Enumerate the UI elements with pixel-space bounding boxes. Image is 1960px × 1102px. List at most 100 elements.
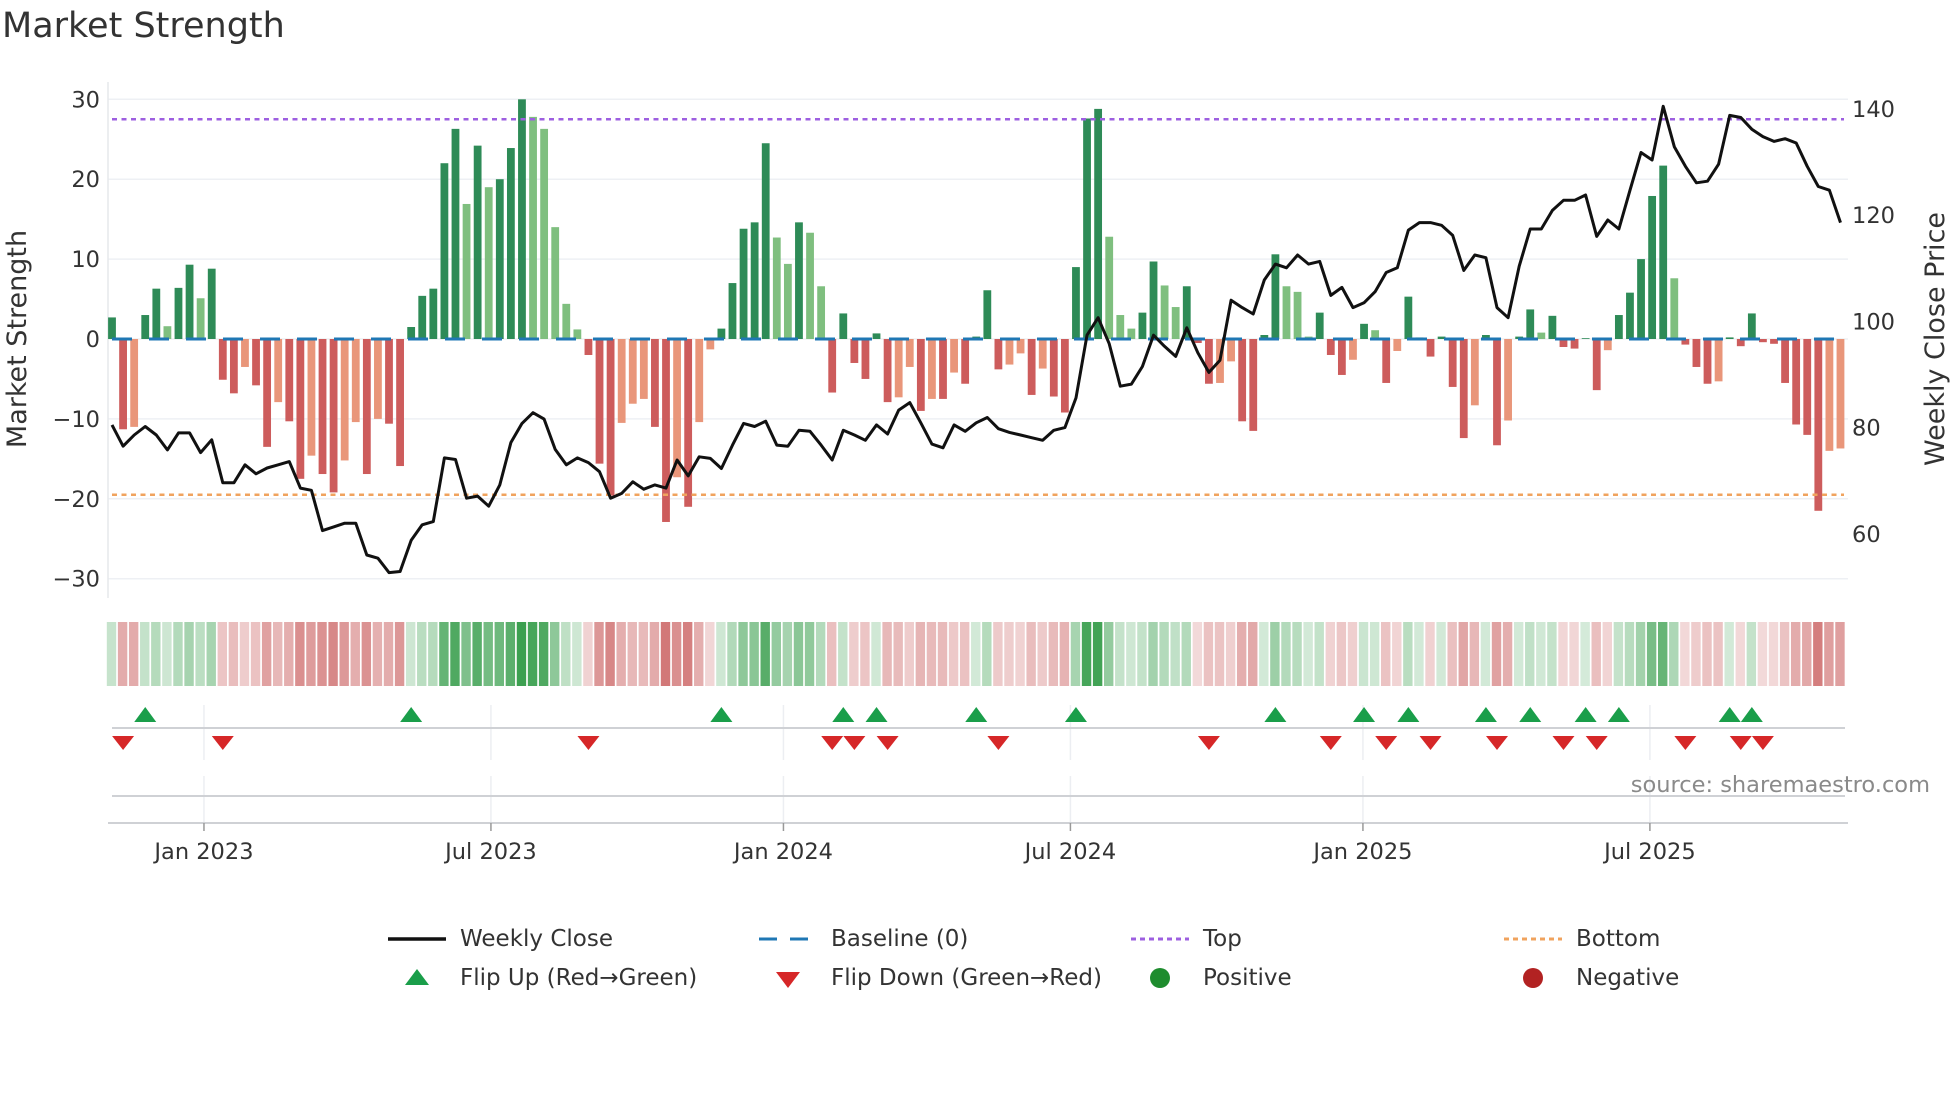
- strength-bar: [1803, 339, 1812, 435]
- heatmap-cell: [882, 622, 892, 686]
- y-tick-label: −10: [53, 407, 100, 433]
- strength-bar: [1382, 339, 1391, 383]
- y-tick-label: −20: [53, 487, 100, 513]
- heatmap-cell: [727, 622, 737, 686]
- heatmap-cell: [804, 622, 815, 686]
- strength-bar: [916, 339, 925, 411]
- strength-bar: [218, 339, 227, 380]
- heatmap-cell: [782, 622, 793, 686]
- strength-bar: [1060, 339, 1069, 413]
- strength-bar: [651, 339, 659, 427]
- y-tick-label: 0: [86, 327, 100, 353]
- strength-bar: [894, 339, 903, 398]
- heatmap-cell: [749, 622, 759, 686]
- heatmap-cell: [339, 622, 349, 686]
- legend-label: Flip Down (Green→Red): [831, 965, 1102, 991]
- strength-bar: [495, 179, 504, 339]
- strength-bar: [1792, 339, 1801, 425]
- y2-tick-label: 120: [1852, 203, 1895, 229]
- strength-bar: [783, 263, 792, 339]
- strength-bar: [1526, 309, 1535, 339]
- heatmap-cell: [1735, 622, 1745, 686]
- heatmap-cell: [904, 622, 914, 686]
- heatmap-cell: [1059, 622, 1070, 686]
- strength-bar: [1337, 339, 1346, 375]
- strength-bar: [983, 290, 992, 339]
- strength-bar: [1836, 339, 1845, 449]
- strength-bar: [1703, 339, 1712, 384]
- heatmap-cell: [1691, 622, 1701, 686]
- strength-bar: [1072, 267, 1080, 339]
- flip-up-marker: [1397, 707, 1420, 722]
- strength-bar: [1005, 339, 1014, 365]
- heatmap-cell: [1824, 622, 1834, 686]
- heatmap-cell: [838, 622, 848, 686]
- heatmap-cell: [1170, 622, 1180, 686]
- legend-flip-up[interactable]: Flip Up (Red→Green): [388, 965, 697, 991]
- strength-bar: [1770, 339, 1778, 344]
- strength-bar: [340, 339, 349, 461]
- heatmap-cell: [1048, 622, 1058, 686]
- heatmap-cell: [1646, 622, 1657, 686]
- strength-bar: [1459, 339, 1468, 439]
- flip-up-marker: [832, 707, 855, 722]
- strength-bar: [551, 227, 560, 339]
- strength-bar: [362, 339, 371, 475]
- legend-top[interactable]: Top: [1131, 926, 1242, 952]
- heatmap-cell: [1480, 622, 1491, 686]
- strength-bar: [806, 232, 814, 339]
- heatmap-cell: [1591, 622, 1601, 686]
- legend-bottom[interactable]: Bottom: [1504, 926, 1660, 952]
- strength-bar: [1094, 108, 1103, 339]
- strength-bar: [1825, 339, 1834, 451]
- strength-bar: [1670, 278, 1679, 339]
- strength-bar: [850, 339, 859, 363]
- heatmap-cell: [1779, 622, 1790, 686]
- heatmap-cell: [1702, 622, 1712, 686]
- heatmap-cell: [594, 622, 604, 686]
- heatmap-cell: [1436, 622, 1446, 686]
- strength-bar: [739, 228, 748, 339]
- strength-bar: [1581, 338, 1590, 339]
- heatmap-cell: [915, 622, 926, 686]
- y2-tick-label: 100: [1852, 309, 1895, 335]
- legend-flip-down[interactable]: Flip Down (Green→Red): [759, 965, 1102, 991]
- heatmap-cell: [162, 622, 172, 686]
- legend-weekly-close[interactable]: Weekly Close: [388, 926, 613, 952]
- heatmap-cell: [151, 622, 161, 686]
- legend-baseline[interactable]: Baseline (0): [759, 926, 968, 952]
- legend-negative[interactable]: Negative: [1504, 965, 1679, 991]
- flip-down-marker: [1729, 736, 1752, 750]
- flip-up-marker: [400, 707, 423, 722]
- market-strength-chart: 3020100−10−20−301401201008060Market Stre…: [2, 82, 1951, 865]
- strength-bar: [1027, 339, 1036, 395]
- flip-down-marker: [1197, 736, 1220, 750]
- heatmap-cell: [1569, 622, 1579, 686]
- heatmap-cell: [239, 622, 250, 686]
- strength-bar: [861, 339, 870, 379]
- heatmap-cell: [1225, 622, 1236, 686]
- flip-up-marker: [965, 707, 988, 722]
- heatmap-cell: [1491, 622, 1502, 686]
- strength-bar: [1759, 339, 1767, 343]
- heatmap-cell: [317, 622, 327, 686]
- strength-bar: [285, 339, 294, 422]
- heatmap-cell: [273, 622, 283, 686]
- strength-bar: [1282, 286, 1291, 339]
- strength-bar: [1692, 339, 1701, 367]
- legend-positive[interactable]: Positive: [1131, 965, 1292, 991]
- strength-bar: [1171, 307, 1180, 339]
- flip-up-marker: [1574, 707, 1597, 722]
- heatmap-cell: [871, 622, 881, 686]
- legend-label: Positive: [1203, 965, 1292, 991]
- strength-bar: [1470, 339, 1479, 406]
- strength-bar: [1038, 339, 1047, 369]
- strength-bar: [385, 339, 393, 424]
- strength-bar: [717, 328, 726, 339]
- heatmap-cell: [971, 622, 981, 686]
- flip-down-marker: [1319, 736, 1342, 750]
- strength-bar: [1659, 165, 1668, 339]
- heatmap-cell: [1104, 622, 1114, 686]
- flip-down-marker: [112, 736, 135, 750]
- heatmap-cell: [295, 622, 305, 686]
